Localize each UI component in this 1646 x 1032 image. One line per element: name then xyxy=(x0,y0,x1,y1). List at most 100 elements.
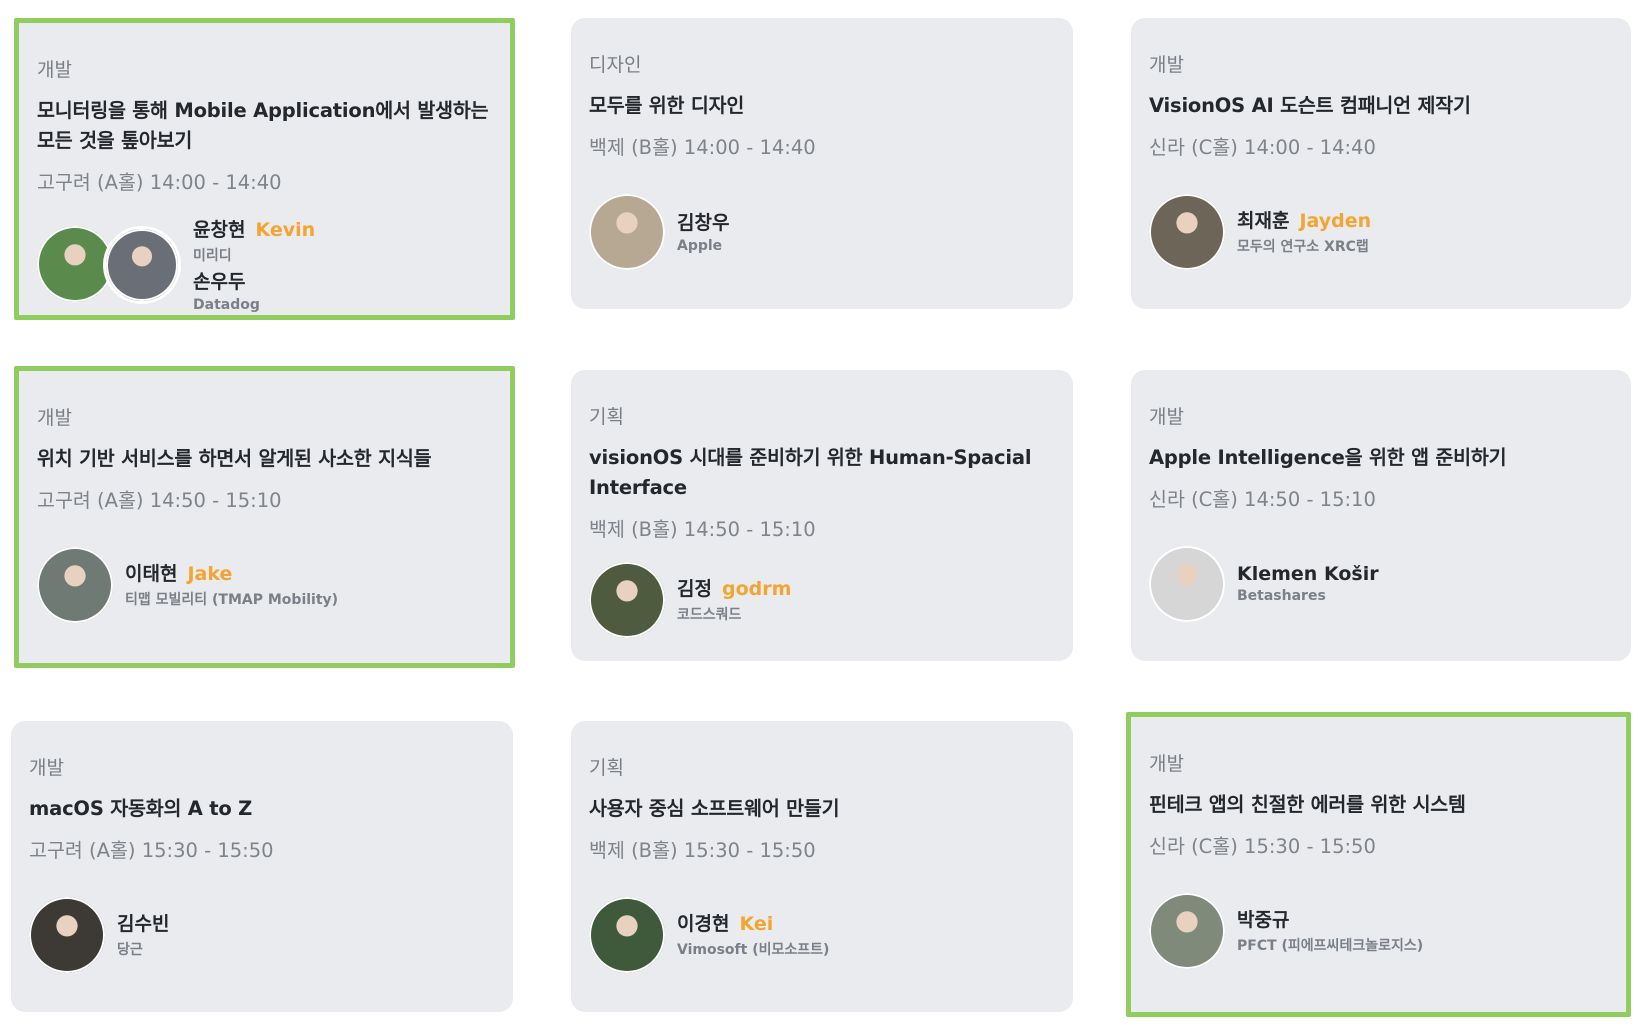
session-title[interactable]: Apple Intelligence을 위한 앱 준비하기 xyxy=(1149,443,1613,473)
speaker: 윤창현 Kevin 미리디 xyxy=(193,215,315,265)
speaker-avatar xyxy=(589,194,665,270)
speaker-info: 이경현 Kei Vimosoft (비모소프트) xyxy=(677,909,829,961)
session-title[interactable]: 위치 기반 서비스를 하면서 알게된 사소한 지식들 xyxy=(37,444,492,474)
speaker-section: 김수빈당근 xyxy=(29,897,495,973)
session-title[interactable]: 사용자 중심 소프트웨어 만들기 xyxy=(589,794,1055,824)
speaker-org: Datadog xyxy=(193,297,260,313)
speaker-avatar xyxy=(1149,546,1225,622)
speaker-info: Klemen Košir Betashares xyxy=(1237,563,1379,606)
speaker-avatars xyxy=(589,194,665,270)
session-category: 개발 xyxy=(37,407,72,429)
speaker: 김수빈당근 xyxy=(117,909,169,959)
session-category: 개발 xyxy=(1149,54,1184,76)
session-card[interactable]: 기획사용자 중심 소프트웨어 만들기백제 (B홀) 15:30 - 15:50 이… xyxy=(571,721,1073,1012)
speaker-avatar xyxy=(589,562,665,638)
speaker: 김창우 Apple xyxy=(677,208,729,254)
speaker-name: Klemen Košir xyxy=(1237,562,1379,585)
session-time: 신라 (C홀) 14:00 - 14:40 xyxy=(1149,136,1376,159)
speaker-avatars xyxy=(1149,893,1225,969)
session-time: 백제 (B홀) 15:30 - 15:50 xyxy=(589,839,816,862)
speaker-avatar xyxy=(1149,893,1225,969)
session-category: 기획 xyxy=(589,757,624,779)
speaker-avatar xyxy=(103,226,181,304)
speaker-avatars xyxy=(589,897,665,973)
speaker-section: Klemen Košir Betashares xyxy=(1149,546,1613,622)
speaker: Klemen Košir Betashares xyxy=(1237,563,1379,604)
speaker-nickname: Kei xyxy=(739,913,774,935)
speaker-name: 이태현 xyxy=(125,563,178,585)
session-card[interactable]: 개발 핀테크 앱의 친절한 에러를 위한 시스템 신라 (C홀) 15:30 - 1… xyxy=(1126,712,1631,1017)
session-title[interactable]: VisionOS AI 도슨트 컴패니언 제작기 xyxy=(1149,91,1613,121)
speaker: 이경현 Kei Vimosoft (비모소프트) xyxy=(677,909,829,959)
speaker-name: 김정 xyxy=(677,578,712,600)
speaker-info: 김창우 Apple xyxy=(677,208,729,256)
session-title[interactable]: 핀테크 앱의 친절한 에러를 위한 시스템 xyxy=(1149,790,1608,820)
speaker-info: 최재훈 Jayden 모두의 연구소 XRC랩 xyxy=(1237,206,1371,258)
speaker-nickname: godrm xyxy=(721,578,792,600)
speaker-name: 손우두 xyxy=(193,271,246,293)
session-category: 개발 xyxy=(37,59,72,81)
speaker: 최재훈 Jayden 모두의 연구소 XRC랩 xyxy=(1237,206,1371,256)
session-card[interactable]: 디자인모두를 위한 디자인백제 (B홀) 14:00 - 14:40 김창우 App… xyxy=(571,18,1073,309)
session-card[interactable]: 기획 visionOS 시대를 준비하기 위한 Human-Spacial Int… xyxy=(571,370,1073,661)
speaker-name: 박중규 xyxy=(1237,909,1290,931)
session-card[interactable]: 개발 VisionOS AI 도슨트 컴패니언 제작기신라 (C홀) 14:00 … xyxy=(1131,18,1631,309)
session-card[interactable]: 개발 Apple Intelligence을 위한 앱 준비하기신라 (C홀) 1… xyxy=(1131,370,1631,661)
speaker-avatars xyxy=(37,547,113,623)
speaker-avatars xyxy=(589,562,665,638)
speaker: 손우두 Datadog xyxy=(193,267,315,313)
session-time: 신라 (C홀) 14:50 - 15:10 xyxy=(1149,488,1376,511)
speaker-org: 모두의 연구소 XRC랩 xyxy=(1237,239,1369,255)
session-time: 고구려 (A홀) 14:50 - 15:10 xyxy=(37,489,282,512)
session-card[interactable]: 개발위치 기반 서비스를 하면서 알게된 사소한 지식들고구려 (A홀) 14:… xyxy=(14,366,515,668)
session-category: 디자인 xyxy=(589,54,642,76)
speaker-org: Vimosoft (비모소프트) xyxy=(677,942,830,958)
speaker-info: 이태현 Jake 티맵 모빌리티 (TMAP Mobility) xyxy=(125,559,338,611)
speaker: 이태현 Jake 티맵 모빌리티 (TMAP Mobility) xyxy=(125,559,338,609)
speaker-avatar xyxy=(29,897,105,973)
speaker-avatar xyxy=(37,547,113,623)
speaker-name: 김수빈 xyxy=(117,913,170,935)
session-title[interactable]: macOS 자동화의 A to Z xyxy=(29,794,495,824)
speaker-org: Apple xyxy=(677,238,723,254)
speaker-section: 최재훈 Jayden 모두의 연구소 XRC랩 xyxy=(1149,194,1613,270)
speaker-avatars xyxy=(1149,546,1225,622)
speaker-name: 김창우 xyxy=(677,212,730,234)
speaker-info: 김수빈당근 xyxy=(117,909,169,961)
session-time: 백제 (B홀) 14:50 - 15:10 xyxy=(589,518,816,541)
speaker-nickname: Jake xyxy=(187,563,233,585)
session-title[interactable]: 모니터링을 통해 Mobile Application에서 발생하는 모든 것을… xyxy=(37,96,492,156)
speaker-section: 이경현 Kei Vimosoft (비모소프트) xyxy=(589,897,1055,973)
speaker-org: 티맵 모빌리티 (TMAP Mobility) xyxy=(125,592,339,608)
speaker-section: 김창우 Apple xyxy=(589,194,1055,270)
session-card[interactable]: 개발 macOS 자동화의 A to Z 고구려 (A홀) 15:30 - 15:5… xyxy=(11,721,513,1012)
session-time: 고구려 (A홀) 15:30 - 15:50 xyxy=(29,839,274,862)
session-title[interactable]: 모두를 위한 디자인 xyxy=(589,91,1055,121)
speaker-section: 박중규 PFCT (피에프씨테크놀로지스) xyxy=(1149,893,1608,969)
session-title[interactable]: visionOS 시대를 준비하기 위한 Human-Spacial Inter… xyxy=(589,443,1055,503)
speaker-section: 윤창현 Kevin 미리디손우두 Datadog xyxy=(37,215,492,315)
speaker-section: 김정 godrm 코드스쿼드 xyxy=(589,562,1055,638)
speaker-avatar xyxy=(37,226,113,302)
session-card[interactable]: 개발모니터링을 통해 Mobile Application에서 발생하는 모든 … xyxy=(14,18,515,320)
session-time: 백제 (B홀) 14:00 - 14:40 xyxy=(589,136,816,159)
speaker-name: 이경현 xyxy=(677,913,730,935)
session-time: 고구려 (A홀) 14:00 - 14:40 xyxy=(37,171,282,194)
speaker-avatars xyxy=(1149,194,1225,270)
speaker: 박중규 PFCT (피에프씨테크놀로지스) xyxy=(1237,905,1423,955)
speaker-info: 김정 godrm 코드스쿼드 xyxy=(677,574,791,626)
speaker-info: 박중규 PFCT (피에프씨테크놀로지스) xyxy=(1237,905,1423,957)
speaker-avatars xyxy=(29,897,105,973)
speaker-name: 최재훈 xyxy=(1237,210,1290,232)
session-time: 신라 (C홀) 15:30 - 15:50 xyxy=(1149,835,1376,858)
speaker: 김정 godrm 코드스쿼드 xyxy=(677,574,791,624)
session-category: 개발 xyxy=(29,757,64,779)
speaker-avatar xyxy=(1149,194,1225,270)
speaker-org: PFCT (피에프씨테크놀로지스) xyxy=(1237,938,1424,954)
speaker-info: 윤창현 Kevin 미리디손우두 Datadog xyxy=(193,215,315,315)
speaker-section: 이태현 Jake 티맵 모빌리티 (TMAP Mobility) xyxy=(37,547,492,623)
speaker-org: Betashares xyxy=(1237,587,1326,604)
speaker-org: 당근 xyxy=(117,942,143,958)
session-category: 개발 xyxy=(1149,406,1184,428)
session-category: 기획 xyxy=(589,406,624,428)
